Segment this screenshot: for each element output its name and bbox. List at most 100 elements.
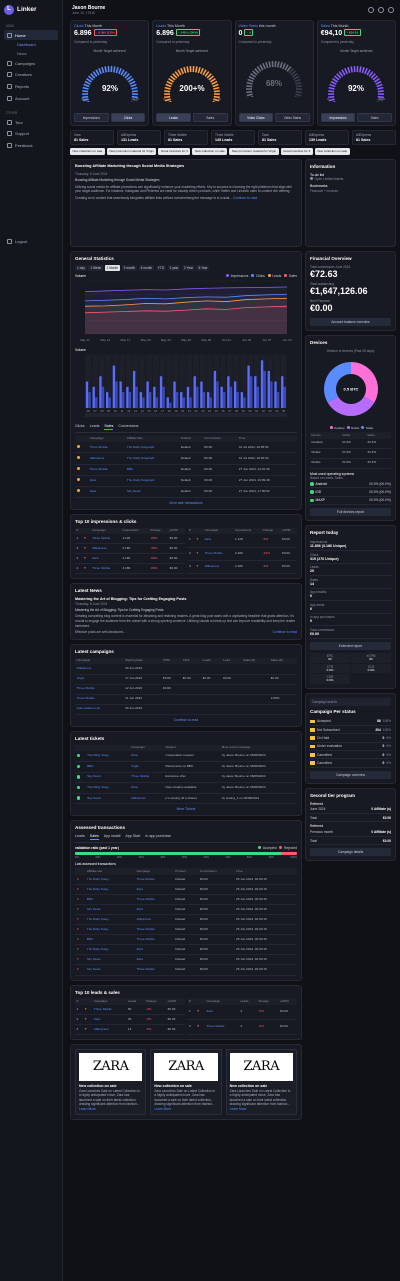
- sidebar-item-account[interactable]: Account: [4, 93, 58, 103]
- range-option[interactable]: 6 month: [138, 264, 155, 271]
- tab[interactable]: Conversions: [118, 424, 138, 429]
- table-row[interactable]: 4 ▼ Three Mobile 2.189 -80% €0.00: [75, 563, 185, 575]
- tab[interactable]: App Start: [125, 834, 140, 839]
- sidebar-sub-news[interactable]: News: [4, 50, 58, 58]
- campaign-status-row[interactable]: Accepted 86 100%: [310, 718, 391, 727]
- sidebar-sub-dashboard[interactable]: Dashboard: [4, 42, 58, 50]
- campaign-status-row[interactable]: Cancelled 0 0%: [310, 759, 391, 768]
- kpi-toggle-button[interactable]: Sales: [357, 113, 392, 122]
- table-row[interactable]: BBC Virgin Placements on BBC by Jason Bourn…: [75, 761, 297, 773]
- table-row[interactable]: ✕ The Daily Teleg... Three Mobile Default €0…: [75, 924, 297, 936]
- table-row[interactable]: AliExpress 20 Jun 2024: [75, 664, 297, 675]
- table-row[interactable]: AliExpress The Daily Telegraph Default €0.0…: [75, 452, 297, 465]
- learn-more-link[interactable]: Learn More: [79, 1107, 142, 1111]
- marquee-item[interactable]: New promotion material for Virgin: [106, 148, 157, 156]
- ticker-item[interactable]: Zara 81 Sales: [258, 130, 302, 146]
- featured-read-more-link[interactable]: Continue to read: [233, 196, 257, 200]
- sidebar-item-support[interactable]: Support: [4, 129, 58, 139]
- range-option[interactable]: YTD: [155, 264, 167, 271]
- table-row[interactable]: Sky News AliExpress p's closing off a shar…: [75, 793, 297, 805]
- table-row[interactable]: Three Mobile 12 Jun 2024 €0.60: [75, 684, 297, 695]
- campaign-overview-button[interactable]: Campaign overview: [310, 770, 391, 779]
- sidebar-item-feedback[interactable]: Feedback: [4, 140, 58, 150]
- marquee-item[interactable]: Great incentive for 3: [158, 148, 191, 156]
- range-option[interactable]: 1 Month: [104, 264, 121, 271]
- sidebar-item-creatives[interactable]: Creatives: [4, 70, 58, 80]
- more-sale-transactions-link[interactable]: More sale transactions: [75, 501, 297, 505]
- table-row[interactable]: 1 ▼ Zara 1.128 -5% €0.00: [187, 534, 297, 548]
- sidebar-item-home[interactable]: Home: [4, 30, 58, 40]
- star-icon[interactable]: [378, 7, 384, 13]
- range-option[interactable]: 1 year: [167, 264, 181, 271]
- table-row[interactable]: ✕ Sky News Zara Default €0.00 25 Jun 2024, 03…: [75, 954, 297, 966]
- range-option[interactable]: 1 Week: [88, 264, 104, 271]
- kpi-toggle-button[interactable]: Impressions: [320, 113, 356, 122]
- learn-more-link[interactable]: Learn More: [154, 1107, 217, 1111]
- kpi-toggle-button[interactable]: Clicks: [110, 113, 146, 122]
- full-devices-report-button[interactable]: Full devices report: [310, 508, 391, 517]
- account-balance-button[interactable]: Account balance overview: [310, 317, 391, 326]
- table-row[interactable]: ✕ Sky News Three Mobile Default €0.00 25 Jun …: [75, 964, 297, 976]
- bookmark-item[interactable]: Financial + Invoices: [310, 189, 391, 193]
- table-row[interactable]: ✕ BBC Three Mobile Default €0.00 25 Jun 2024,…: [75, 934, 297, 946]
- table-row[interactable]: Three Mobile 11 Jun 2024 2.00%: [75, 694, 297, 705]
- table-row[interactable]: Three Mobile BBC Default €0.00 27 Jun 2024, …: [75, 464, 297, 476]
- tab[interactable]: Leads: [90, 424, 100, 429]
- ticker-item[interactable]: Three Mobile 145 Leads: [211, 130, 255, 146]
- range-option[interactable]: 1 day: [75, 264, 87, 271]
- todo-item[interactable]: Open Limited tickets: [310, 177, 391, 181]
- campaign-details-button[interactable]: Campaign details: [310, 848, 391, 857]
- tab[interactable]: Leads: [75, 834, 85, 839]
- table-row[interactable]: 1 ▼ Zara 4 -5% €0.00: [187, 1004, 297, 1020]
- sidebar-item-tour[interactable]: Tour: [4, 117, 58, 127]
- range-option[interactable]: 3 month: [121, 264, 138, 271]
- learn-more-link[interactable]: Learn More: [230, 1107, 293, 1111]
- table-row[interactable]: 2 ▼ Three Mobile 2 -5% €0.00: [187, 1019, 297, 1036]
- table-row[interactable]: Zara The Daily Telegraph Default €0.00 27 Ju…: [75, 475, 297, 487]
- settings-icon[interactable]: [368, 7, 374, 13]
- ticker-item[interactable]: Zara 81 Sales: [70, 130, 114, 146]
- marquee-item[interactable]: Great incentive for 3: [280, 148, 313, 156]
- table-row[interactable]: sale-media.co.uk 30 Jun 2024: [75, 704, 297, 715]
- table-row[interactable]: 3 ▼ AliExpress 2.186 -5% €0.00: [187, 560, 297, 575]
- kpi-toggle-button[interactable]: Video Starts: [275, 113, 310, 122]
- table-row[interactable]: ✕ The Daily Teleg... AliExpress Default €0.0…: [75, 914, 297, 926]
- table-row[interactable]: 1 ▼ Three Mobile 50 -4% €0.00: [75, 1004, 185, 1016]
- table-row[interactable]: Virgin 17 Jun 2024 €0.60 €0.60 €0.00 €0.00 €0.…: [75, 674, 297, 685]
- campaign-status-row[interactable]: On Hold 0 0%: [310, 734, 391, 743]
- campaign-status-row[interactable]: Not Subscribed 204 100%: [310, 726, 391, 735]
- table-row[interactable]: ✕ Sky News Zara Default €0.00 25 Jun 2024, 03…: [75, 904, 297, 916]
- table-row[interactable]: ✕ BBC Three Mobile Default €0.00 25 Jun 2024,…: [75, 894, 297, 906]
- table-row[interactable]: ✕ The Daily Teleg... Zara Default €0.00 25 Ju…: [75, 944, 297, 956]
- marquee-item[interactable]: New collection on sale: [314, 148, 350, 156]
- sidebar-item-reports[interactable]: Reports: [4, 81, 58, 91]
- table-row[interactable]: Three Mobile The Daily Telegraph Default €0…: [75, 442, 297, 454]
- logout-button[interactable]: Logout: [4, 236, 58, 246]
- ticker-item[interactable]: Three Mobile 81 Sales: [164, 130, 208, 146]
- table-row[interactable]: 1 ▼ Three Mobile 4.128 -80% €0.00: [75, 534, 185, 545]
- range-option[interactable]: 5 Year: [196, 264, 210, 271]
- table-row[interactable]: ✕ The Daily Teleg... Zara Default €0.00 25 Ju…: [75, 884, 297, 896]
- table-row[interactable]: 2 ▼ Three Mobile 2.186 -43% €0.00: [187, 547, 297, 561]
- marquee-item[interactable]: New collection on sale: [70, 148, 105, 156]
- tab[interactable]: In app purchase: [145, 834, 171, 839]
- latest-campaigns-more-link[interactable]: Continue to read: [75, 718, 297, 722]
- ticker-item[interactable]: AliExpress 131 Leads: [117, 130, 161, 146]
- campaign-status-row[interactable]: Under evaluation 0 0%: [310, 743, 391, 752]
- kpi-toggle-button[interactable]: Video Clicks: [238, 113, 274, 122]
- table-row[interactable]: 3 ▼ Zara 2.186 -80% €0.00: [75, 553, 185, 565]
- tab[interactable]: Sales: [104, 424, 114, 430]
- table-row[interactable]: Sky News Three Mobile Exclusive offer by Ja…: [75, 772, 297, 784]
- more-tickets-link[interactable]: More Tickets: [75, 807, 297, 811]
- user-icon[interactable]: [388, 7, 394, 13]
- table-row[interactable]: The Daily Teleg... Zara Cooperation reques…: [75, 751, 297, 762]
- marquee-item[interactable]: New collection on sale: [192, 148, 228, 156]
- ticker-item[interactable]: AliExpress 139 Leads: [305, 130, 349, 146]
- table-row[interactable]: 2 ▼ AliExpress 2.186 -35% €0.00: [75, 543, 185, 555]
- tab[interactable]: Clicks: [75, 424, 85, 429]
- chart-scrollbar[interactable]: [85, 413, 287, 418]
- kpi-toggle-button[interactable]: Impressions: [74, 113, 109, 122]
- sidebar-item-campaigns[interactable]: Campaigns: [4, 58, 58, 68]
- logo[interactable]: L Linker: [4, 5, 58, 15]
- table-row[interactable]: Zara Sky News Default €0.00 27 Jun 2024, 17:…: [75, 486, 297, 498]
